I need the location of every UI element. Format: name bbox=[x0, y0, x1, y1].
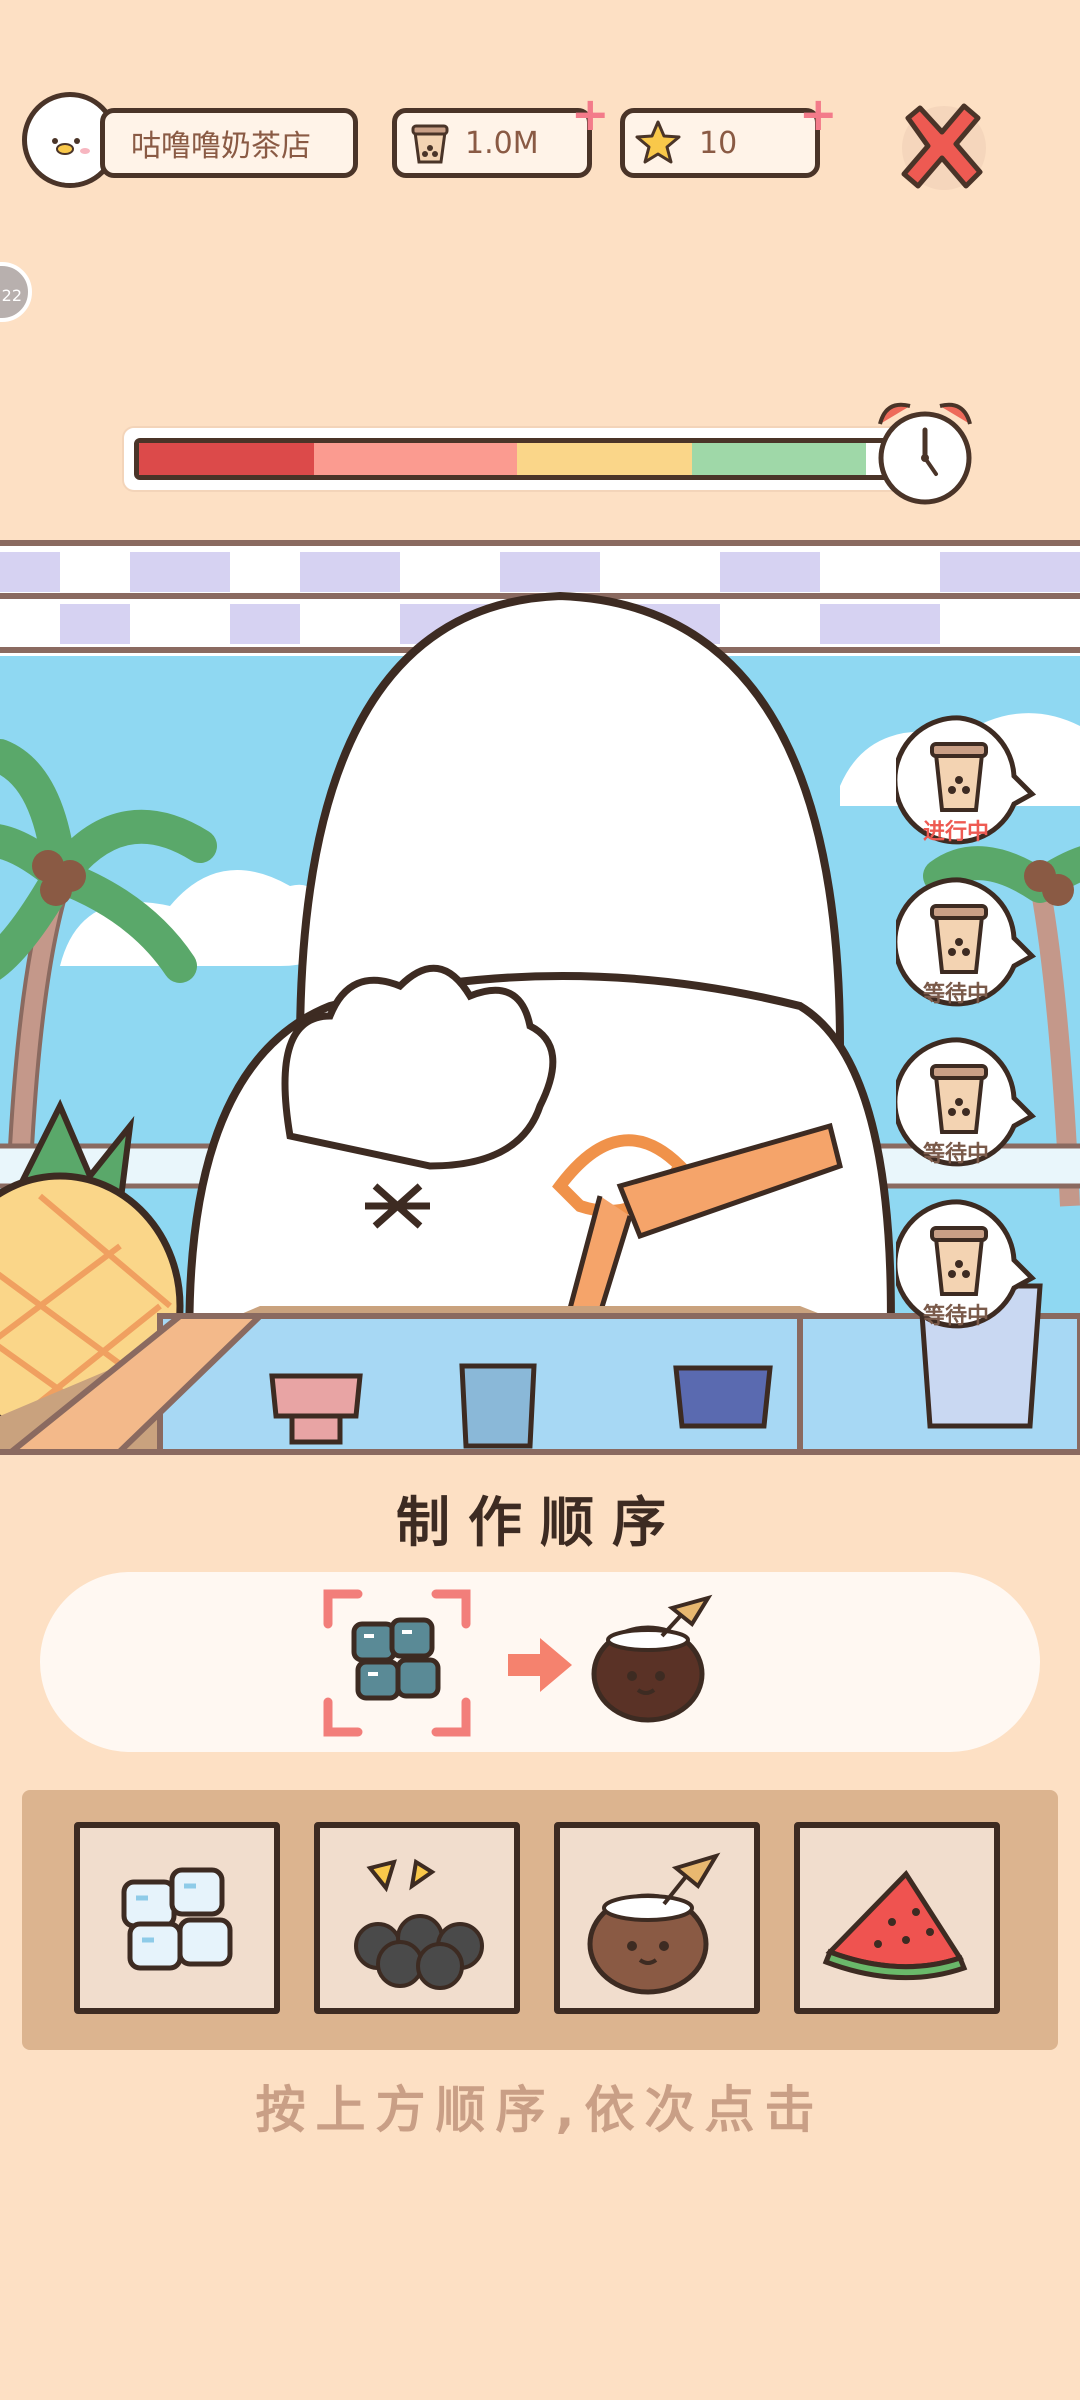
timer-segment bbox=[313, 443, 518, 475]
ingredient-tray bbox=[22, 1790, 1058, 2050]
stars-pill[interactable]: 10 + bbox=[620, 91, 838, 178]
stars-value: 10 bbox=[699, 125, 738, 161]
timer-segment bbox=[691, 443, 867, 475]
timer-fill bbox=[134, 438, 894, 480]
order-ticket[interactable]: 等待中 bbox=[892, 1198, 1037, 1338]
order-status: 进行中 bbox=[922, 820, 989, 845]
recipe-sequence bbox=[40, 1572, 1040, 1752]
close-button[interactable] bbox=[886, 92, 996, 202]
milk-tea-cup-icon bbox=[411, 124, 449, 164]
ice-icon bbox=[351, 1617, 441, 1701]
order-ticket[interactable]: 进行中 bbox=[892, 714, 1037, 854]
side-badge-text: 22 bbox=[1, 286, 22, 305]
arrow-right-icon bbox=[508, 1638, 572, 1692]
watermelon-icon bbox=[822, 1870, 968, 1981]
currency-value: 1.0M bbox=[465, 125, 539, 161]
recipe-title: 制作顺序 bbox=[396, 1491, 684, 1554]
shop-name: 咕噜噜奶茶店 bbox=[131, 129, 311, 164]
order-ticket[interactable]: 等待中 bbox=[892, 1036, 1037, 1176]
close-icon bbox=[901, 103, 986, 190]
currency-pill[interactable]: 1.0M + bbox=[392, 91, 610, 178]
order-status: 等待中 bbox=[922, 982, 989, 1007]
coconut-icon bbox=[591, 1594, 713, 1723]
star-icon bbox=[635, 120, 681, 164]
add-currency-button[interactable]: + bbox=[571, 91, 610, 137]
timer-segment bbox=[517, 443, 692, 475]
alarm-clock-icon bbox=[878, 402, 972, 505]
ingredient-button-coconut[interactable] bbox=[554, 1822, 760, 2014]
tapioca-pearls-icon bbox=[354, 1858, 484, 1990]
order-timer-bar bbox=[124, 428, 904, 490]
shop-scene: 进行中 等待中 等待中 等待中 bbox=[0, 540, 1080, 1455]
side-notification-badge[interactable]: 22 bbox=[0, 262, 32, 322]
order-status: 等待中 bbox=[922, 1304, 989, 1329]
ice-icon bbox=[121, 1867, 233, 1971]
timer-segment bbox=[139, 443, 314, 475]
instruction-hint: 按上方顺序,依次点击 bbox=[255, 2081, 825, 2139]
ingredient-button-ice[interactable] bbox=[74, 1822, 280, 2014]
ingredient-button-watermelon[interactable] bbox=[794, 1822, 1000, 2014]
order-status: 等待中 bbox=[922, 1142, 989, 1167]
ingredient-button-tapioca-pearls[interactable] bbox=[314, 1822, 520, 2014]
add-stars-button[interactable]: + bbox=[799, 91, 838, 137]
order-ticket[interactable]: 等待中 bbox=[892, 876, 1037, 1016]
shop-name-pill: 咕噜噜奶茶店 bbox=[100, 108, 358, 178]
coconut-icon bbox=[587, 1852, 721, 1995]
